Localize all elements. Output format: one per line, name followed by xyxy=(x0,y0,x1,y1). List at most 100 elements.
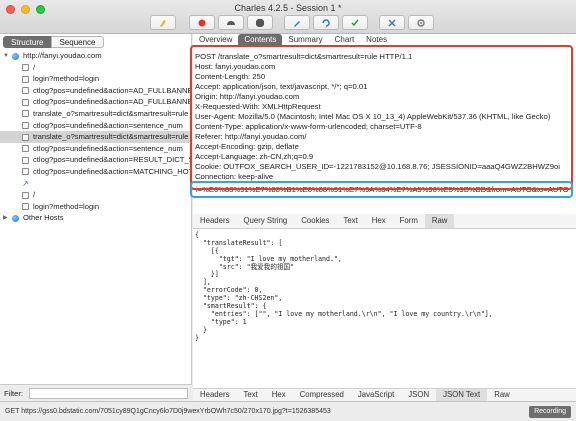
disclosure-expanded-icon[interactable]: ▼ xyxy=(3,53,10,60)
host-tree: ▼ http://fanyi.youdao.com / login?method=lo… xyxy=(0,50,192,224)
format-tab-raw[interactable]: Raw xyxy=(487,389,517,401)
response-tab-text[interactable]: Text xyxy=(336,214,364,228)
globe-icon xyxy=(12,214,19,222)
response-format-tabs: Headers Text Hex Compressed JavaScript JSON JS… xyxy=(193,388,576,401)
response-json-pane: { "translateResult": [ [{ "tgt": "I love… xyxy=(193,231,576,382)
format-tab-text[interactable]: Text xyxy=(236,389,264,401)
format-tab-headers[interactable]: Headers xyxy=(193,389,236,401)
format-tab-compressed[interactable]: Compressed xyxy=(293,389,351,401)
filter-label: Filter: xyxy=(4,389,23,398)
tree-row[interactable]: ctlog?pos=undefined&action=AD_FULLBANNER xyxy=(0,85,192,97)
tree-row[interactable]: translate_o?smartresult=dict&smartresult… xyxy=(0,108,192,120)
tree-row[interactable]: login?method=login xyxy=(0,201,192,213)
tree-row-label: login?method=login xyxy=(33,74,100,84)
tree-row[interactable]: ctlog?pos=undefined&action=MATCHING_HOT xyxy=(0,166,192,178)
tree-row[interactable]: ▼ http://fanyi.youdao.com xyxy=(0,50,192,62)
document-icon xyxy=(22,122,29,130)
response-tabs: Headers Query String Cookies Text Hex Form Raw xyxy=(193,214,576,229)
status-message: GET https://gss0.bdstatic.com/7051cy89Q1… xyxy=(5,408,331,415)
request-header-line: POST /translate_o?smartresult=dict&smart… xyxy=(195,52,413,61)
tree-row[interactable]: login?method=login xyxy=(0,73,192,85)
clear-session-button[interactable] xyxy=(150,15,176,30)
json-line: "src": "我爱我的祖国" xyxy=(195,262,295,271)
settings-button[interactable] xyxy=(408,15,434,30)
format-tab-javascript[interactable]: JavaScript xyxy=(351,389,401,401)
tree-row[interactable]: ▶ Other Hosts xyxy=(0,212,192,224)
tab-structure[interactable]: Structure xyxy=(3,36,52,48)
broom-icon xyxy=(160,19,166,27)
tree-row[interactable]: ctlog?pos=undefined&action=RESULT_DICT_S… xyxy=(0,154,192,166)
view-mode-segmented-control: Structure Sequence xyxy=(3,36,104,48)
breakpoints-button[interactable] xyxy=(247,15,273,30)
request-header-line: Origin: http://fanyi.youdao.com xyxy=(195,92,300,101)
document-icon xyxy=(22,156,29,164)
tree-row-label: ctlog?pos=undefined&action=AD_FULLBANNER xyxy=(33,97,192,107)
document-icon xyxy=(22,98,29,106)
json-line: } xyxy=(195,333,199,342)
request-header-line: Connection: keep-alive xyxy=(195,172,274,181)
response-tab-query-string[interactable]: Query String xyxy=(236,214,294,228)
record-button[interactable] xyxy=(189,15,215,30)
request-header-line: Referer: http://fanyi.youdao.com/ xyxy=(195,132,307,141)
validate-button[interactable] xyxy=(342,15,368,30)
tree-row[interactable]: ctlog?pos=undefined&action=sentence_num xyxy=(0,143,192,155)
status-bar: GET https://gss0.bdstatic.com/7051cy89Q1… xyxy=(0,401,576,421)
request-header-line: Content-Length: 250 xyxy=(195,72,266,81)
compose-icon xyxy=(294,20,300,27)
disclosure-collapsed-icon[interactable]: ▶ xyxy=(3,215,10,222)
response-tab-form[interactable]: Form xyxy=(393,214,425,228)
request-header-line: Cookie: OUTFOX_SEARCH_USER_ID=-122178315… xyxy=(195,162,561,171)
settings-icon xyxy=(417,18,425,27)
throttle-icon xyxy=(227,20,235,25)
tree-row-label: / xyxy=(33,62,36,72)
tree-row[interactable]: ctlog?pos=undefined&action=sentence_num xyxy=(0,120,192,132)
json-line: "translateResult": [ xyxy=(195,238,283,247)
request-header-line: X-Requested-With: XMLHttpRequest xyxy=(195,102,321,111)
tools-button[interactable] xyxy=(379,15,405,30)
json-line: } xyxy=(195,325,207,334)
tree-row[interactable]: ↗ xyxy=(0,178,192,190)
document-icon xyxy=(22,168,29,176)
recording-badge[interactable]: Recording xyxy=(529,406,571,418)
document-icon xyxy=(22,110,29,118)
document-icon xyxy=(22,64,29,72)
request-header-line: Host: fanyi.youdao.com xyxy=(195,62,276,71)
filter-input[interactable] xyxy=(29,388,188,399)
tree-row-label: ctlog?pos=undefined&action=MATCHING_HOT xyxy=(33,166,192,176)
throttle-button[interactable] xyxy=(218,15,244,30)
tree-row[interactable]: / xyxy=(0,189,192,201)
tree-row-label: login?method=login xyxy=(33,201,100,211)
query-string-text: i=%E6%88%91%E7%88%B1%E6%88%91%E7%9A%84%E… xyxy=(196,185,569,194)
tools-icon xyxy=(388,19,396,26)
request-header-line: Content-Type: application/x-www-form-url… xyxy=(195,122,422,131)
structure-panel: Structure Sequence ▼ http://fanyi.youdao.… xyxy=(0,34,192,400)
response-tab-hex[interactable]: Hex xyxy=(365,214,393,228)
repeat-button[interactable] xyxy=(313,15,339,30)
response-tab-headers[interactable]: Headers xyxy=(193,214,236,228)
tree-row[interactable]: translate_o?smartresult=dict&smartresult… xyxy=(0,131,192,143)
request-header-line: Accept-Encoding: gzip, deflate xyxy=(195,142,299,151)
tree-row-label: translate_o?smartresult=dict&smartresult… xyxy=(33,108,189,118)
response-tab-raw[interactable]: Raw xyxy=(424,214,455,228)
format-tab-hex[interactable]: Hex xyxy=(265,389,293,401)
tree-row[interactable]: / xyxy=(0,62,192,74)
tree-row-label: translate_o?smartresult=dict&smartresult… xyxy=(33,132,189,142)
compose-button[interactable] xyxy=(284,15,310,30)
tree-row[interactable]: ctlog?pos=undefined&action=AD_FULLBANNER xyxy=(0,96,192,108)
breakpoint-icon xyxy=(256,18,264,27)
document-icon xyxy=(22,191,29,199)
tree-row-label: ctlog?pos=undefined&action=sentence_num xyxy=(33,120,183,130)
window-title: Charles 4.2.5 - Session 1 * xyxy=(234,3,342,13)
response-tab-cookies[interactable]: Cookies xyxy=(294,214,336,228)
repeat-icon xyxy=(322,18,330,27)
tree-row-label: ctlog?pos=undefined&action=sentence_num xyxy=(33,143,183,153)
document-icon xyxy=(22,133,29,141)
link-icon: ↗ xyxy=(22,179,29,189)
format-tab-json-text[interactable]: JSON Text xyxy=(436,389,488,401)
tab-sequence[interactable]: Sequence xyxy=(51,36,104,48)
json-line: }] xyxy=(195,270,219,279)
tree-row-label: Other Hosts xyxy=(23,213,64,223)
format-tab-json[interactable]: JSON xyxy=(401,389,436,401)
document-icon xyxy=(22,203,29,211)
validate-icon xyxy=(351,19,359,26)
